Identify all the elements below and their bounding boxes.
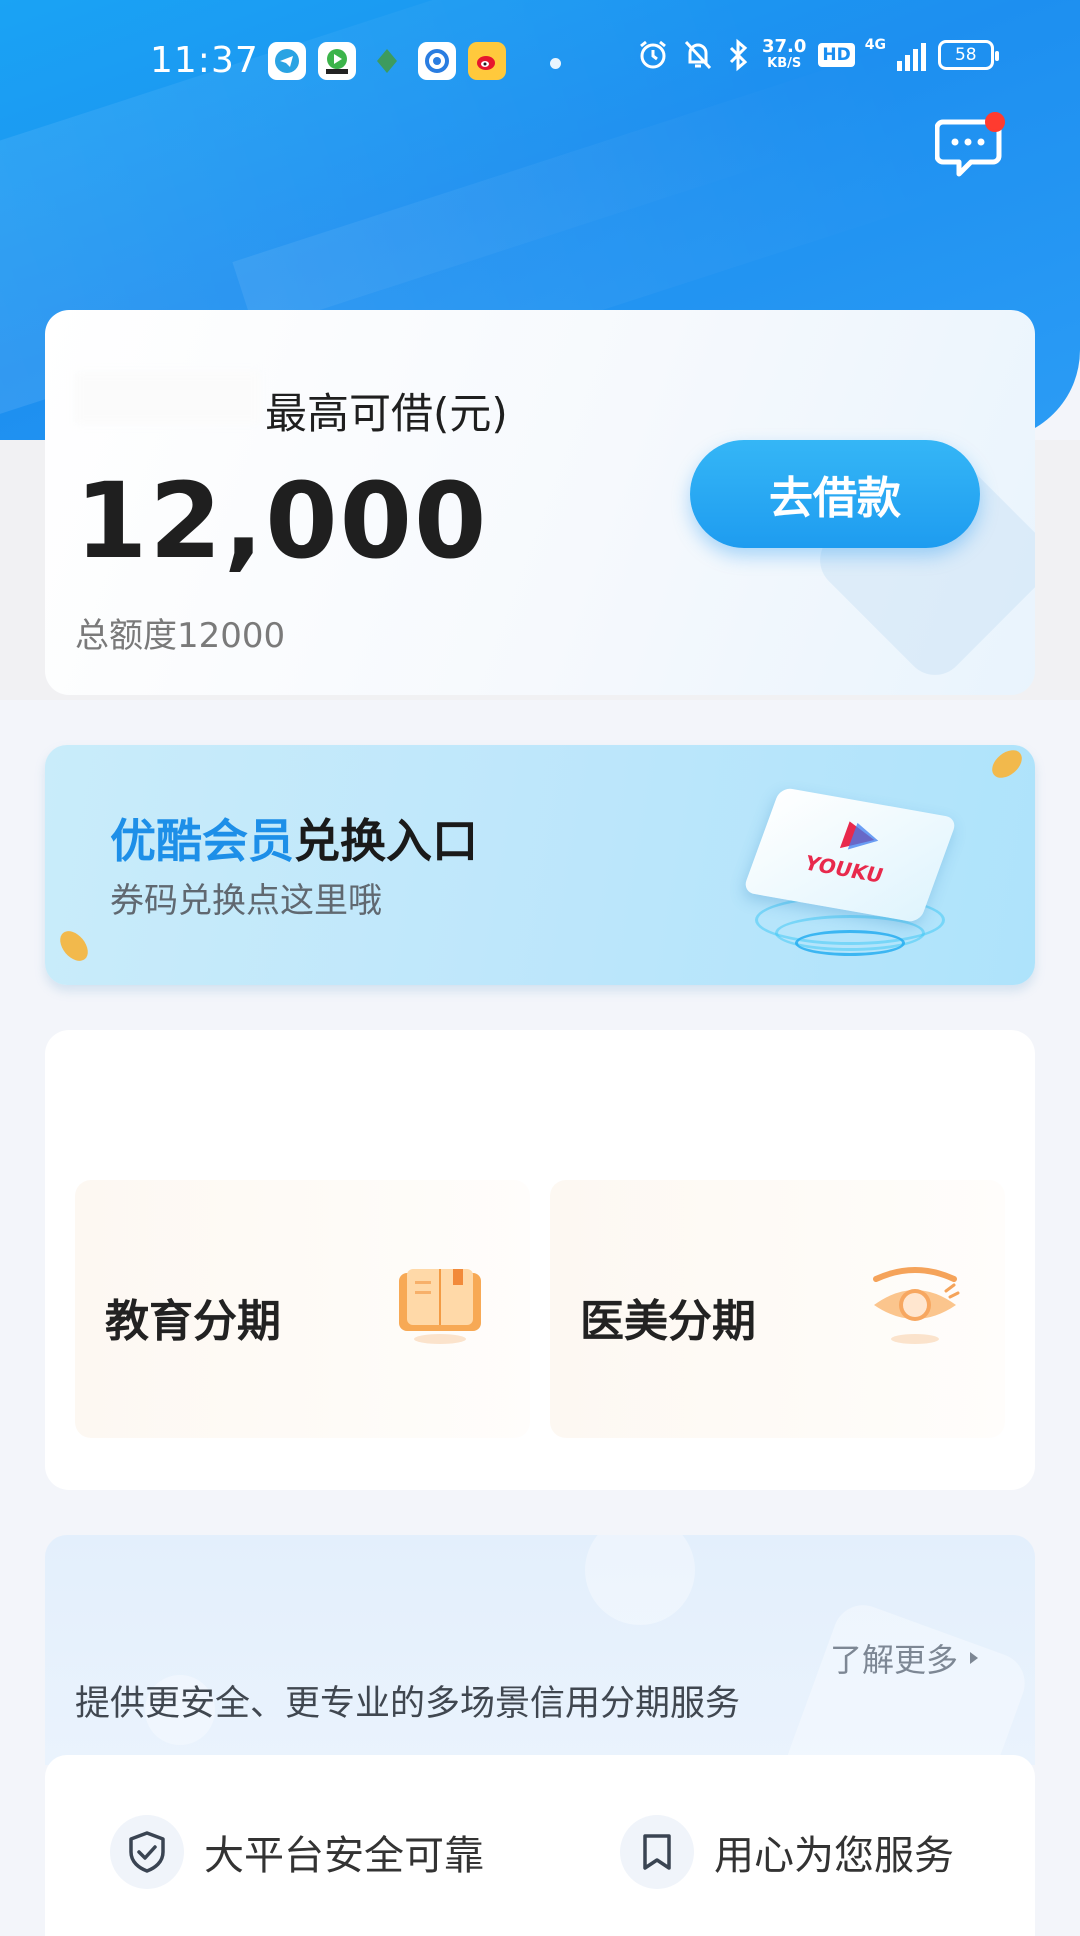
browser-icon bbox=[418, 42, 456, 80]
coin-decoration bbox=[54, 925, 94, 967]
network-type: 4G bbox=[864, 37, 886, 53]
coin-decoration bbox=[986, 745, 1028, 784]
installment-label: 医美分期 bbox=[580, 1296, 756, 1347]
system-icons: 37.0 KB/S HD 4G 58 bbox=[636, 37, 999, 72]
signal-icon: 4G bbox=[864, 37, 926, 71]
net-speed-value: 37.0 bbox=[762, 36, 807, 57]
learn-more-label: 了解更多 bbox=[829, 1641, 958, 1679]
status-time: 11:37 bbox=[150, 40, 259, 81]
installment-label: 教育分期 bbox=[105, 1296, 281, 1347]
credit-amount: 12,000 bbox=[75, 460, 489, 582]
status-dot bbox=[550, 58, 561, 69]
hd-badge: HD bbox=[818, 43, 855, 67]
total-limit: 总额度12000 bbox=[75, 616, 286, 656]
youku-title-rest: 兑换入口 bbox=[294, 814, 478, 868]
battery-icon: 58 bbox=[937, 40, 999, 70]
youku-title-highlight: 优酷会员 bbox=[110, 814, 294, 868]
blurred-label bbox=[75, 372, 260, 424]
feature-service: 用心为您服务 bbox=[620, 1815, 954, 1889]
service-promo: 了解更多 提供更安全、更专业的多场景信用分期服务 bbox=[45, 1535, 1035, 1765]
feature-safe: 大平台安全可靠 bbox=[110, 1815, 484, 1889]
max-borrow-label: 最高可借(元) bbox=[265, 389, 508, 438]
installment-section: 教育分期 医美分期 bbox=[45, 1030, 1035, 1490]
credit-limit-card: 最高可借(元) 12,000 总额度12000 去借款 bbox=[45, 310, 1035, 695]
features-card: 大平台安全可靠 用心为您服务 bbox=[45, 1755, 1035, 1936]
learn-more-link[interactable]: 了解更多 bbox=[830, 1635, 980, 1681]
net-speed: 37.0 KB/S bbox=[762, 38, 806, 72]
mute-bell-icon bbox=[684, 40, 712, 70]
telegram-icon bbox=[268, 42, 306, 80]
bluetooth-icon bbox=[729, 38, 748, 72]
cosmetic-installment-card[interactable]: 医美分期 bbox=[550, 1180, 1005, 1438]
education-installment-card[interactable]: 教育分期 bbox=[75, 1180, 530, 1438]
promo-description: 提供更安全、更专业的多场景信用分期服务 bbox=[75, 1684, 741, 1724]
youku-banner-subtitle: 券码兑换点这里哦 bbox=[110, 881, 382, 921]
shield-check-icon bbox=[110, 1815, 184, 1889]
youku-redeem-banner[interactable]: 优酷会员兑换入口 券码兑换点这里哦 YOUKU bbox=[45, 745, 1035, 985]
book-icon bbox=[399, 1269, 481, 1344]
youku-logo-icon bbox=[839, 821, 879, 850]
alarm-icon bbox=[640, 40, 666, 69]
message-button[interactable] bbox=[934, 112, 1005, 178]
feature-label: 大平台安全可靠 bbox=[204, 1833, 484, 1879]
borrow-button[interactable]: 去借款 bbox=[690, 440, 980, 548]
eye-icon bbox=[873, 1267, 960, 1344]
feature-label: 用心为您服务 bbox=[714, 1833, 954, 1879]
weibo-icon bbox=[468, 42, 506, 80]
notification-dot bbox=[985, 112, 1005, 132]
youku-banner-title: 优酷会员兑换入口 bbox=[110, 805, 478, 871]
net-speed-unit: KB/S bbox=[767, 56, 802, 71]
video-app-icon bbox=[318, 42, 356, 80]
notification-app-icons bbox=[268, 42, 506, 80]
status-bar: 11:37 37.0 KB/S HD 4G 58 bbox=[0, 30, 1080, 90]
android-icon bbox=[368, 42, 406, 80]
youku-card-image: YOUKU bbox=[742, 786, 958, 924]
bookmark-icon bbox=[620, 1815, 694, 1889]
triangle-right-icon bbox=[970, 1652, 978, 1664]
battery-level: 58 bbox=[954, 45, 977, 65]
